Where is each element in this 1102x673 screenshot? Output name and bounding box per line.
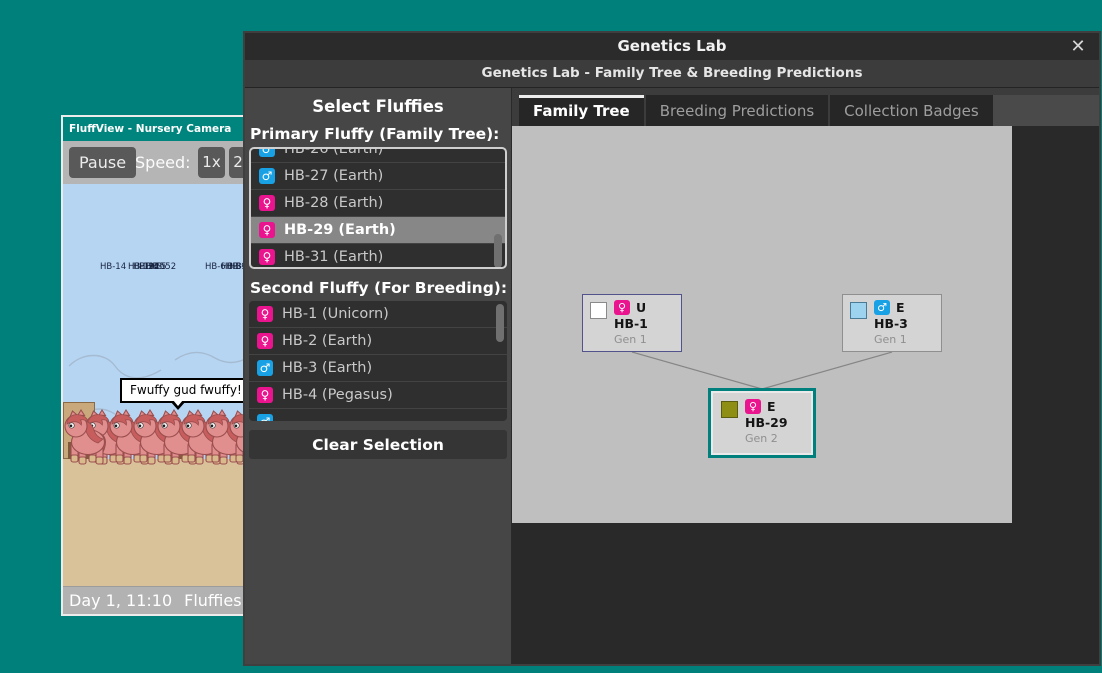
pause-button[interactable]: Pause xyxy=(69,147,136,178)
list-item[interactable]: ♀ HB-31 (Earth) xyxy=(251,244,505,269)
family-tree-canvas: ♀ U HB-1 Gen 1 ♂ E HB-3 xyxy=(512,126,1012,523)
list-item[interactable]: ♀ HB-1 (Unicorn) xyxy=(249,301,507,328)
female-icon: ♀ xyxy=(257,306,273,322)
genetics-lab-subtitle: Genetics Lab - Family Tree & Breeding Pr… xyxy=(245,60,1099,88)
panel-header: Select Fluffies xyxy=(249,97,507,116)
genetics-lab-window: Genetics Lab ✕ Genetics Lab - Family Tre… xyxy=(243,31,1101,666)
list-item[interactable]: ♀ HB-4 (Pegasus) xyxy=(249,382,507,409)
list-item[interactable]: ♀ HB-28 (Earth) xyxy=(251,190,505,217)
speed-label: Speed: xyxy=(135,147,191,178)
list-item-label: HB-31 (Earth) xyxy=(284,249,383,265)
coat-color-swatch xyxy=(721,401,738,418)
tab-collection-badges[interactable]: Collection Badges xyxy=(830,95,993,126)
female-icon: ♀ xyxy=(259,195,275,211)
fluffy-name-label: HB-52 xyxy=(150,262,176,272)
coat-color-swatch xyxy=(590,302,607,319)
male-icon: ♂ xyxy=(874,300,890,315)
node-generation: Gen 2 xyxy=(745,432,788,445)
female-icon: ♀ xyxy=(257,387,273,403)
male-icon: ♂ xyxy=(259,168,275,184)
list-item-label: HB-27 (Earth) xyxy=(284,168,383,184)
list-item[interactable]: ♂ HB-26 (Earth) xyxy=(251,147,505,163)
list-item-label: HB-29 (Earth) xyxy=(284,222,396,238)
second-fluffy-list[interactable]: ♀ HB-1 (Unicorn) ♀ HB-2 (Earth) ♂ HB-3 (… xyxy=(249,301,507,421)
list-item-label: HB-3 (Earth) xyxy=(282,360,372,376)
tree-node-hb29-selected[interactable]: ♀ E HB-29 Gen 2 xyxy=(708,388,816,458)
list-item-selected[interactable]: ♀ HB-29 (Earth) xyxy=(251,217,505,244)
fluffy-name-label: HB-14 xyxy=(100,262,126,272)
tree-node-hb3[interactable]: ♂ E HB-3 Gen 1 xyxy=(842,294,942,352)
speech-bubble-text: Fwuffy gud fwuffy! xyxy=(130,383,242,397)
node-name: HB-1 xyxy=(614,316,648,331)
speech-bubble: Fwuffy gud fwuffy! xyxy=(120,378,252,403)
node-name: HB-3 xyxy=(874,316,908,331)
clear-selection-button[interactable]: Clear Selection xyxy=(249,430,507,459)
female-icon: ♀ xyxy=(259,249,275,265)
select-fluffies-panel: Select Fluffies Primary Fluffy (Family T… xyxy=(245,88,512,664)
male-icon: ♂ xyxy=(259,147,275,157)
female-icon: ♀ xyxy=(745,399,761,414)
status-day-time: Day 1, 11:10 xyxy=(69,587,172,614)
node-name: HB-29 xyxy=(745,415,788,430)
fluffy-pony-sprite[interactable] xyxy=(63,409,109,465)
coat-color-swatch xyxy=(850,302,867,319)
list-item-label: HB-28 (Earth) xyxy=(284,195,383,211)
list-item-label: HB-1 (Unicorn) xyxy=(282,306,389,322)
list-item-label: HB-4 (Pegasus) xyxy=(282,387,393,403)
scrollbar-thumb[interactable] xyxy=(496,304,504,342)
tab-breeding-predictions[interactable]: Breeding Predictions xyxy=(646,95,828,126)
speed-1x-button[interactable]: 1x xyxy=(198,147,225,178)
list-item[interactable]: ♂ HB-3 (Earth) xyxy=(249,355,507,382)
fluffview-title: FluffView - Nursery Camera xyxy=(69,123,231,135)
tree-node-hb1[interactable]: ♀ U HB-1 Gen 1 xyxy=(582,294,682,352)
node-generation: Gen 1 xyxy=(614,333,648,346)
male-icon: ♂ xyxy=(257,414,273,421)
list-item[interactable]: ♂ xyxy=(249,409,507,421)
list-item-label: HB-2 (Earth) xyxy=(282,333,372,349)
male-icon: ♂ xyxy=(257,360,273,376)
female-icon: ♀ xyxy=(257,333,273,349)
list-item-label: HB-26 (Earth) xyxy=(284,147,383,157)
female-icon: ♀ xyxy=(614,300,630,315)
main-content-area: Family Tree Breeding Predictions Collect… xyxy=(512,88,1099,664)
genetics-lab-title: Genetics Lab xyxy=(617,37,726,55)
primary-fluffy-list[interactable]: ♂ HB-26 (Earth) ♂ HB-27 (Earth) ♀ HB-28 … xyxy=(249,147,507,269)
scrollbar-thumb[interactable] xyxy=(494,234,502,268)
close-icon[interactable]: ✕ xyxy=(1067,33,1089,60)
tab-family-tree[interactable]: Family Tree xyxy=(519,95,644,126)
species-letter: E xyxy=(767,399,776,414)
genetics-lab-titlebar[interactable]: Genetics Lab ✕ xyxy=(245,33,1099,60)
species-letter: U xyxy=(636,300,646,315)
primary-fluffy-label: Primary Fluffy (Family Tree): xyxy=(250,125,507,143)
tab-bar: Family Tree Breeding Predictions Collect… xyxy=(512,88,1099,126)
node-generation: Gen 1 xyxy=(874,333,908,346)
female-icon: ♀ xyxy=(259,222,275,238)
second-fluffy-label: Second Fluffy (For Breeding): xyxy=(250,279,507,297)
list-item[interactable]: ♂ HB-27 (Earth) xyxy=(251,163,505,190)
list-item[interactable]: ♀ HB-2 (Earth) xyxy=(249,328,507,355)
species-letter: E xyxy=(896,300,905,315)
